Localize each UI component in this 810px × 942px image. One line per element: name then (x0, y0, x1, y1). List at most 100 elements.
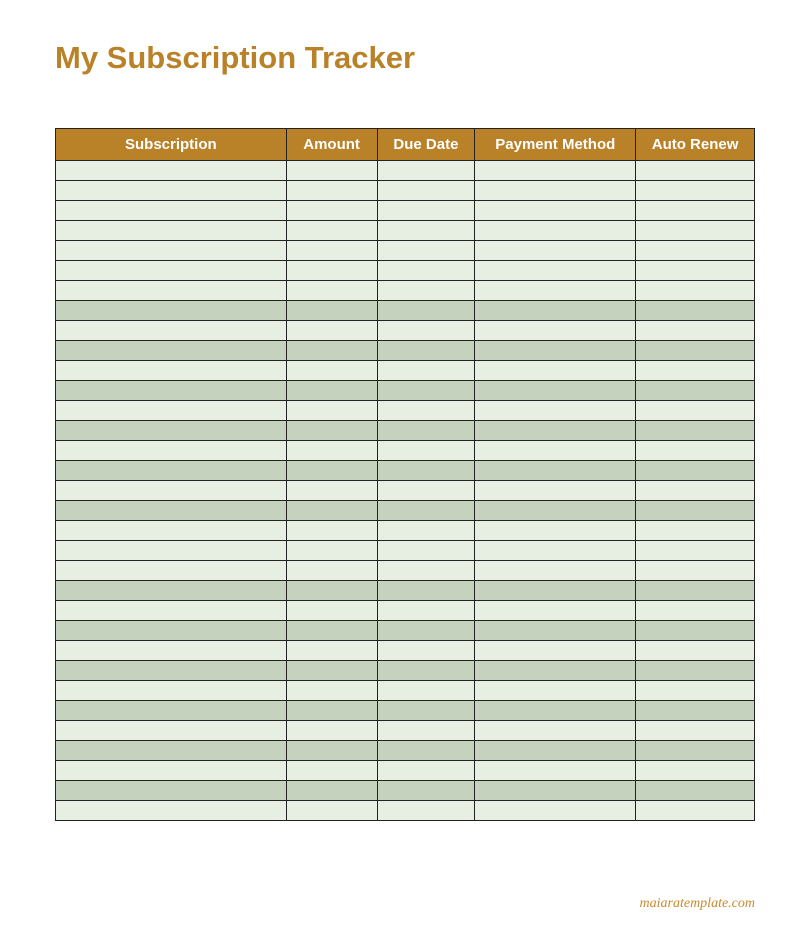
table-cell[interactable] (636, 281, 755, 301)
table-cell[interactable] (475, 381, 636, 401)
table-cell[interactable] (377, 621, 475, 641)
table-cell[interactable] (56, 241, 287, 261)
table-cell[interactable] (377, 521, 475, 541)
table-cell[interactable] (56, 481, 287, 501)
table-cell[interactable] (475, 601, 636, 621)
table-cell[interactable] (636, 741, 755, 761)
table-cell[interactable] (475, 621, 636, 641)
table-cell[interactable] (636, 521, 755, 541)
table-cell[interactable] (286, 481, 377, 501)
table-cell[interactable] (56, 581, 287, 601)
table-cell[interactable] (56, 601, 287, 621)
table-cell[interactable] (286, 741, 377, 761)
table-cell[interactable] (56, 501, 287, 521)
table-cell[interactable] (475, 341, 636, 361)
table-cell[interactable] (56, 161, 287, 181)
table-cell[interactable] (56, 761, 287, 781)
table-cell[interactable] (377, 441, 475, 461)
table-cell[interactable] (636, 781, 755, 801)
table-cell[interactable] (475, 461, 636, 481)
table-cell[interactable] (636, 161, 755, 181)
table-cell[interactable] (56, 781, 287, 801)
table-cell[interactable] (377, 801, 475, 821)
table-cell[interactable] (475, 241, 636, 261)
table-cell[interactable] (286, 381, 377, 401)
table-cell[interactable] (286, 661, 377, 681)
table-cell[interactable] (286, 801, 377, 821)
table-cell[interactable] (286, 781, 377, 801)
table-cell[interactable] (636, 481, 755, 501)
table-cell[interactable] (286, 441, 377, 461)
table-cell[interactable] (377, 481, 475, 501)
table-cell[interactable] (636, 721, 755, 741)
table-cell[interactable] (636, 641, 755, 661)
table-cell[interactable] (377, 661, 475, 681)
table-cell[interactable] (286, 701, 377, 721)
table-cell[interactable] (475, 441, 636, 461)
table-cell[interactable] (636, 341, 755, 361)
table-cell[interactable] (377, 541, 475, 561)
table-cell[interactable] (56, 461, 287, 481)
table-cell[interactable] (56, 801, 287, 821)
table-cell[interactable] (56, 521, 287, 541)
table-cell[interactable] (286, 161, 377, 181)
table-cell[interactable] (286, 501, 377, 521)
table-cell[interactable] (286, 181, 377, 201)
table-cell[interactable] (377, 761, 475, 781)
table-cell[interactable] (377, 781, 475, 801)
table-cell[interactable] (56, 361, 287, 381)
table-cell[interactable] (475, 401, 636, 421)
table-cell[interactable] (475, 661, 636, 681)
table-cell[interactable] (475, 221, 636, 241)
table-cell[interactable] (286, 641, 377, 661)
table-cell[interactable] (286, 421, 377, 441)
table-cell[interactable] (636, 661, 755, 681)
table-cell[interactable] (377, 321, 475, 341)
table-cell[interactable] (636, 581, 755, 601)
table-cell[interactable] (636, 561, 755, 581)
table-cell[interactable] (377, 421, 475, 441)
table-cell[interactable] (636, 381, 755, 401)
table-cell[interactable] (636, 501, 755, 521)
table-cell[interactable] (475, 741, 636, 761)
table-cell[interactable] (286, 581, 377, 601)
table-cell[interactable] (286, 681, 377, 701)
table-cell[interactable] (56, 541, 287, 561)
table-cell[interactable] (56, 221, 287, 241)
table-cell[interactable] (56, 641, 287, 661)
table-cell[interactable] (286, 461, 377, 481)
table-cell[interactable] (475, 321, 636, 341)
table-cell[interactable] (475, 781, 636, 801)
table-cell[interactable] (377, 501, 475, 521)
table-cell[interactable] (377, 341, 475, 361)
table-cell[interactable] (377, 241, 475, 261)
table-cell[interactable] (636, 761, 755, 781)
table-cell[interactable] (56, 421, 287, 441)
table-cell[interactable] (56, 201, 287, 221)
table-cell[interactable] (286, 361, 377, 381)
table-cell[interactable] (636, 441, 755, 461)
table-cell[interactable] (286, 601, 377, 621)
table-cell[interactable] (286, 261, 377, 281)
table-cell[interactable] (56, 681, 287, 701)
table-cell[interactable] (475, 681, 636, 701)
table-cell[interactable] (377, 201, 475, 221)
table-cell[interactable] (377, 721, 475, 741)
table-cell[interactable] (56, 561, 287, 581)
table-cell[interactable] (286, 541, 377, 561)
table-cell[interactable] (286, 761, 377, 781)
table-cell[interactable] (475, 161, 636, 181)
table-cell[interactable] (286, 201, 377, 221)
table-cell[interactable] (475, 201, 636, 221)
table-cell[interactable] (636, 241, 755, 261)
table-cell[interactable] (286, 721, 377, 741)
table-cell[interactable] (377, 601, 475, 621)
table-cell[interactable] (377, 461, 475, 481)
table-cell[interactable] (636, 261, 755, 281)
table-cell[interactable] (377, 741, 475, 761)
table-cell[interactable] (475, 301, 636, 321)
table-cell[interactable] (56, 741, 287, 761)
table-cell[interactable] (475, 641, 636, 661)
table-cell[interactable] (636, 461, 755, 481)
table-cell[interactable] (377, 401, 475, 421)
